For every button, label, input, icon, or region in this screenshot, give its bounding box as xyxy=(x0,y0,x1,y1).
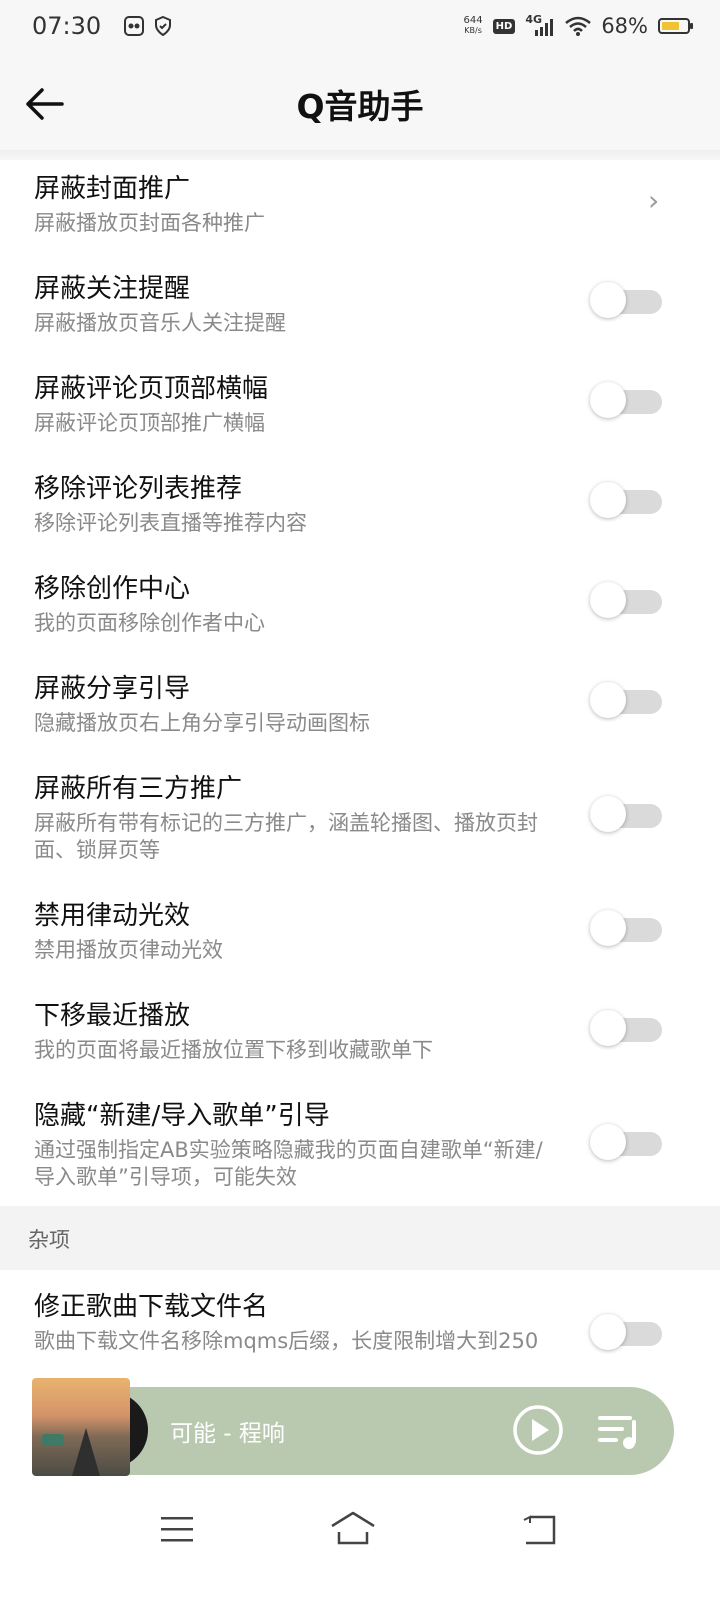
status-time: 07:30 xyxy=(32,12,102,40)
battery-percent: 68% xyxy=(601,14,648,38)
setting-subtitle: 歌曲下载文件名移除mqms后缀，长度限制增大到250 xyxy=(34,1329,539,1353)
toggle-third-party-promo[interactable] xyxy=(590,796,662,832)
signal-icon: 4G xyxy=(525,13,555,37)
setting-title: 屏蔽所有三方推广 xyxy=(34,774,243,804)
network-speed: 644 KB/s xyxy=(463,15,483,36)
status-bar: 07:30 644 KB/s HD 4G 68% xyxy=(0,0,720,58)
toggle-creator-center[interactable] xyxy=(590,582,662,618)
toggle-rhythm-light[interactable] xyxy=(590,910,662,946)
playlist-icon[interactable] xyxy=(596,1410,642,1452)
hd-badge: HD xyxy=(492,18,516,34)
section-header-misc: 杂项 xyxy=(0,1206,720,1270)
setting-subtitle: 禁用播放页律动光效 xyxy=(34,938,223,962)
menu-icon[interactable] xyxy=(160,1514,194,1544)
system-nav-bar xyxy=(0,1490,720,1600)
toggle-comment-recommend[interactable] xyxy=(590,482,662,518)
home-icon[interactable] xyxy=(330,1510,376,1546)
shield-icon xyxy=(155,16,171,36)
chevron-right-icon: › xyxy=(648,184,660,217)
toggle-share-guide[interactable] xyxy=(590,682,662,718)
setting-row-cover-promo[interactable]: 屏蔽封面推广 屏蔽播放页封面各种推广 › xyxy=(0,160,720,260)
play-circle-icon[interactable] xyxy=(512,1404,564,1456)
setting-subtitle: 我的页面移除创作者中心 xyxy=(34,611,265,635)
page-title: Q音助手 xyxy=(296,87,424,126)
toggle-new-playlist-guide[interactable] xyxy=(590,1124,662,1160)
setting-title: 移除评论列表推荐 xyxy=(34,474,243,504)
setting-subtitle: 屏蔽播放页音乐人关注提醒 xyxy=(34,311,286,335)
setting-title: 屏蔽关注提醒 xyxy=(34,274,191,304)
setting-subtitle: 屏蔽所有带有标记的三方推广，涵盖轮播图、播放页封面、锁屏页等 xyxy=(34,811,538,862)
setting-subtitle: 移除评论列表直播等推荐内容 xyxy=(34,511,307,535)
setting-title: 修正歌曲下载文件名 xyxy=(34,1292,269,1322)
setting-subtitle: 屏蔽评论页顶部推广横幅 xyxy=(34,411,265,435)
battery-icon xyxy=(658,18,693,34)
album-cover[interactable] xyxy=(32,1378,130,1476)
toggle-follow-reminder[interactable] xyxy=(590,282,662,318)
toggle-comment-banner[interactable] xyxy=(590,382,662,418)
setting-subtitle: 屏蔽播放页封面各种推广 xyxy=(34,211,265,235)
setting-title: 隐藏“新建/导入歌单”引导 xyxy=(34,1101,330,1131)
setting-title: 下移最近播放 xyxy=(34,1001,191,1031)
toggle-recent-play[interactable] xyxy=(590,1010,662,1046)
section-title: 杂项 xyxy=(28,1228,70,1252)
toggle-download-filename[interactable] xyxy=(590,1314,662,1350)
title-bar: Q音助手 xyxy=(0,58,720,150)
now-playing-title[interactable]: 可能 - 程响 xyxy=(170,1414,285,1448)
back-icon[interactable] xyxy=(520,1512,558,1546)
setting-subtitle: 隐藏播放页右上角分享引导动画图标 xyxy=(34,711,370,735)
setting-title: 屏蔽封面推广 xyxy=(34,174,191,204)
setting-title: 禁用律动光效 xyxy=(34,901,191,931)
setting-subtitle: 通过强制指定AB实验策略隐藏我的页面自建歌单“新建/导入歌单”引导项，可能失效 xyxy=(34,1138,543,1189)
app-notification-icon xyxy=(124,16,144,36)
setting-subtitle: 我的页面将最近播放位置下移到收藏歌单下 xyxy=(34,1038,433,1062)
setting-title: 屏蔽分享引导 xyxy=(34,674,191,704)
setting-title: 屏蔽评论页顶部横幅 xyxy=(34,374,269,404)
setting-title: 移除创作中心 xyxy=(34,574,191,604)
wifi-icon xyxy=(565,16,592,36)
